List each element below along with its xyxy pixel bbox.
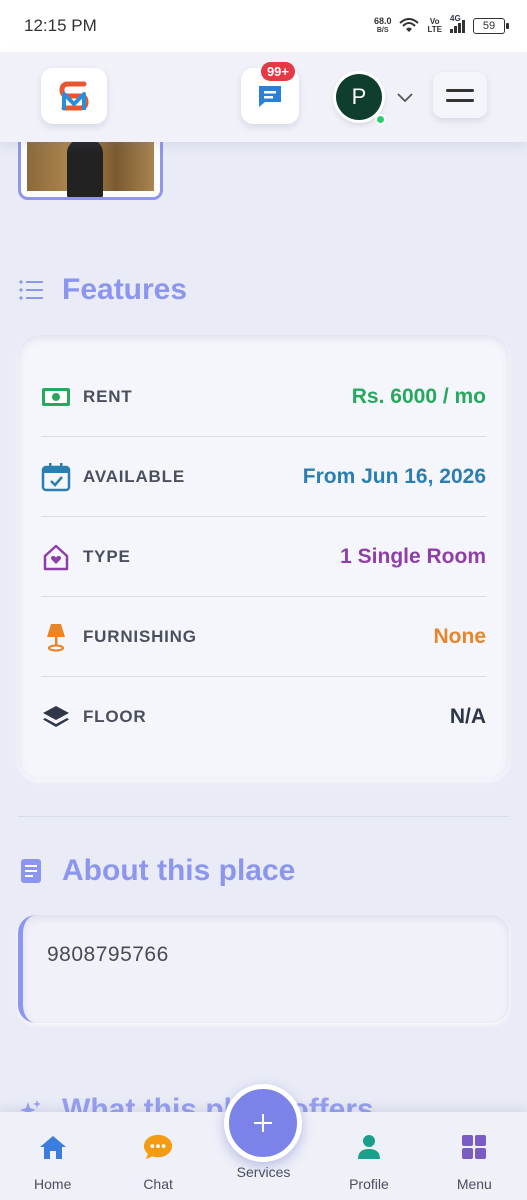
about-title: About this place (62, 854, 296, 887)
cash-icon (41, 382, 71, 412)
nav-home-label: Home (34, 1176, 72, 1192)
grid-icon (459, 1132, 489, 1162)
network-speed: 68.0 B/S (374, 17, 392, 35)
feature-label: FLOOR (83, 707, 147, 726)
network-speed-value: 68.0 (373, 16, 392, 26)
nav-services-label: Services (236, 1164, 291, 1180)
list-icon (18, 277, 44, 303)
unread-badge: 99+ (260, 62, 295, 81)
app-header: 99+ P (0, 52, 527, 142)
feature-label: AVAILABLE (83, 466, 185, 486)
calendar-check-icon (41, 462, 71, 492)
feature-value: N/A (449, 705, 486, 728)
feature-row-type: TYPE 1 Single Room (41, 517, 486, 597)
avatar[interactable]: P (336, 74, 382, 120)
status-icons: 68.0 B/S Vo LTE 4G 59 (374, 14, 509, 35)
wifi-icon (399, 18, 420, 32)
status-time: 12:15 PM (24, 16, 97, 35)
about-heading: About this place (18, 854, 295, 888)
feature-value: From Jun 16, 2026 (302, 464, 486, 488)
feature-label: TYPE (83, 546, 131, 566)
app-logo-button[interactable] (41, 68, 107, 124)
app-logo-icon (59, 81, 89, 111)
feature-value: Rs. 6000 / mo (351, 384, 486, 408)
document-icon (18, 858, 44, 884)
features-heading: Features (18, 273, 187, 307)
feature-value: None (433, 624, 487, 648)
nav-home[interactable]: Home (0, 1112, 105, 1200)
network-speed-unit: B/S (376, 27, 389, 34)
chat-bubble-icon (143, 1132, 173, 1162)
house-heart-icon (41, 542, 71, 572)
hamburger-menu-button[interactable] (433, 72, 487, 118)
messages-button[interactable]: 99+ (241, 62, 299, 124)
features-title: Features (62, 273, 188, 306)
nav-menu-label: Menu (456, 1176, 492, 1192)
feature-row-floor: FLOOR N/A (41, 677, 486, 757)
status-bar: 12:15 PM 68.0 B/S Vo LTE 4G 59 (0, 0, 527, 52)
feature-label: RENT (83, 386, 133, 406)
home-icon (38, 1132, 68, 1162)
battery-icon: 59 (473, 18, 509, 34)
battery-level: 59 (482, 20, 496, 32)
volte-bottom: LTE (427, 25, 442, 34)
nav-menu[interactable]: Menu (422, 1112, 527, 1200)
about-text: 9808795766 (47, 943, 169, 966)
volte-indicator: Vo LTE (427, 18, 442, 34)
section-divider (18, 816, 509, 817)
user-icon (354, 1132, 384, 1162)
feature-row-rent: RENT Rs. 6000 / mo (41, 357, 486, 437)
nav-chat-label: Chat (143, 1176, 173, 1192)
message-icon (259, 86, 281, 107)
lamp-icon (41, 622, 71, 652)
layers-icon (41, 702, 71, 732)
services-add-button[interactable] (224, 1084, 302, 1162)
features-card: RENT Rs. 6000 / mo AVAILABLE From Jun 16… (18, 335, 509, 780)
signal-icon: 4G (450, 14, 465, 33)
nav-chat[interactable]: Chat (105, 1112, 210, 1200)
feature-row-furnishing: FURNISHING None (41, 597, 486, 677)
nav-profile[interactable]: Profile (316, 1112, 421, 1200)
feature-value: 1 Single Room (340, 544, 486, 568)
about-card: 9808795766 (18, 915, 509, 1023)
plus-icon (254, 1114, 272, 1132)
feature-row-available: AVAILABLE From Jun 16, 2026 (41, 437, 486, 517)
network-type: 4G (450, 13, 461, 23)
online-status-dot (375, 114, 386, 125)
chevron-down-icon[interactable] (396, 90, 414, 104)
feature-label: FURNISHING (83, 626, 197, 646)
nav-profile-label: Profile (349, 1176, 389, 1192)
